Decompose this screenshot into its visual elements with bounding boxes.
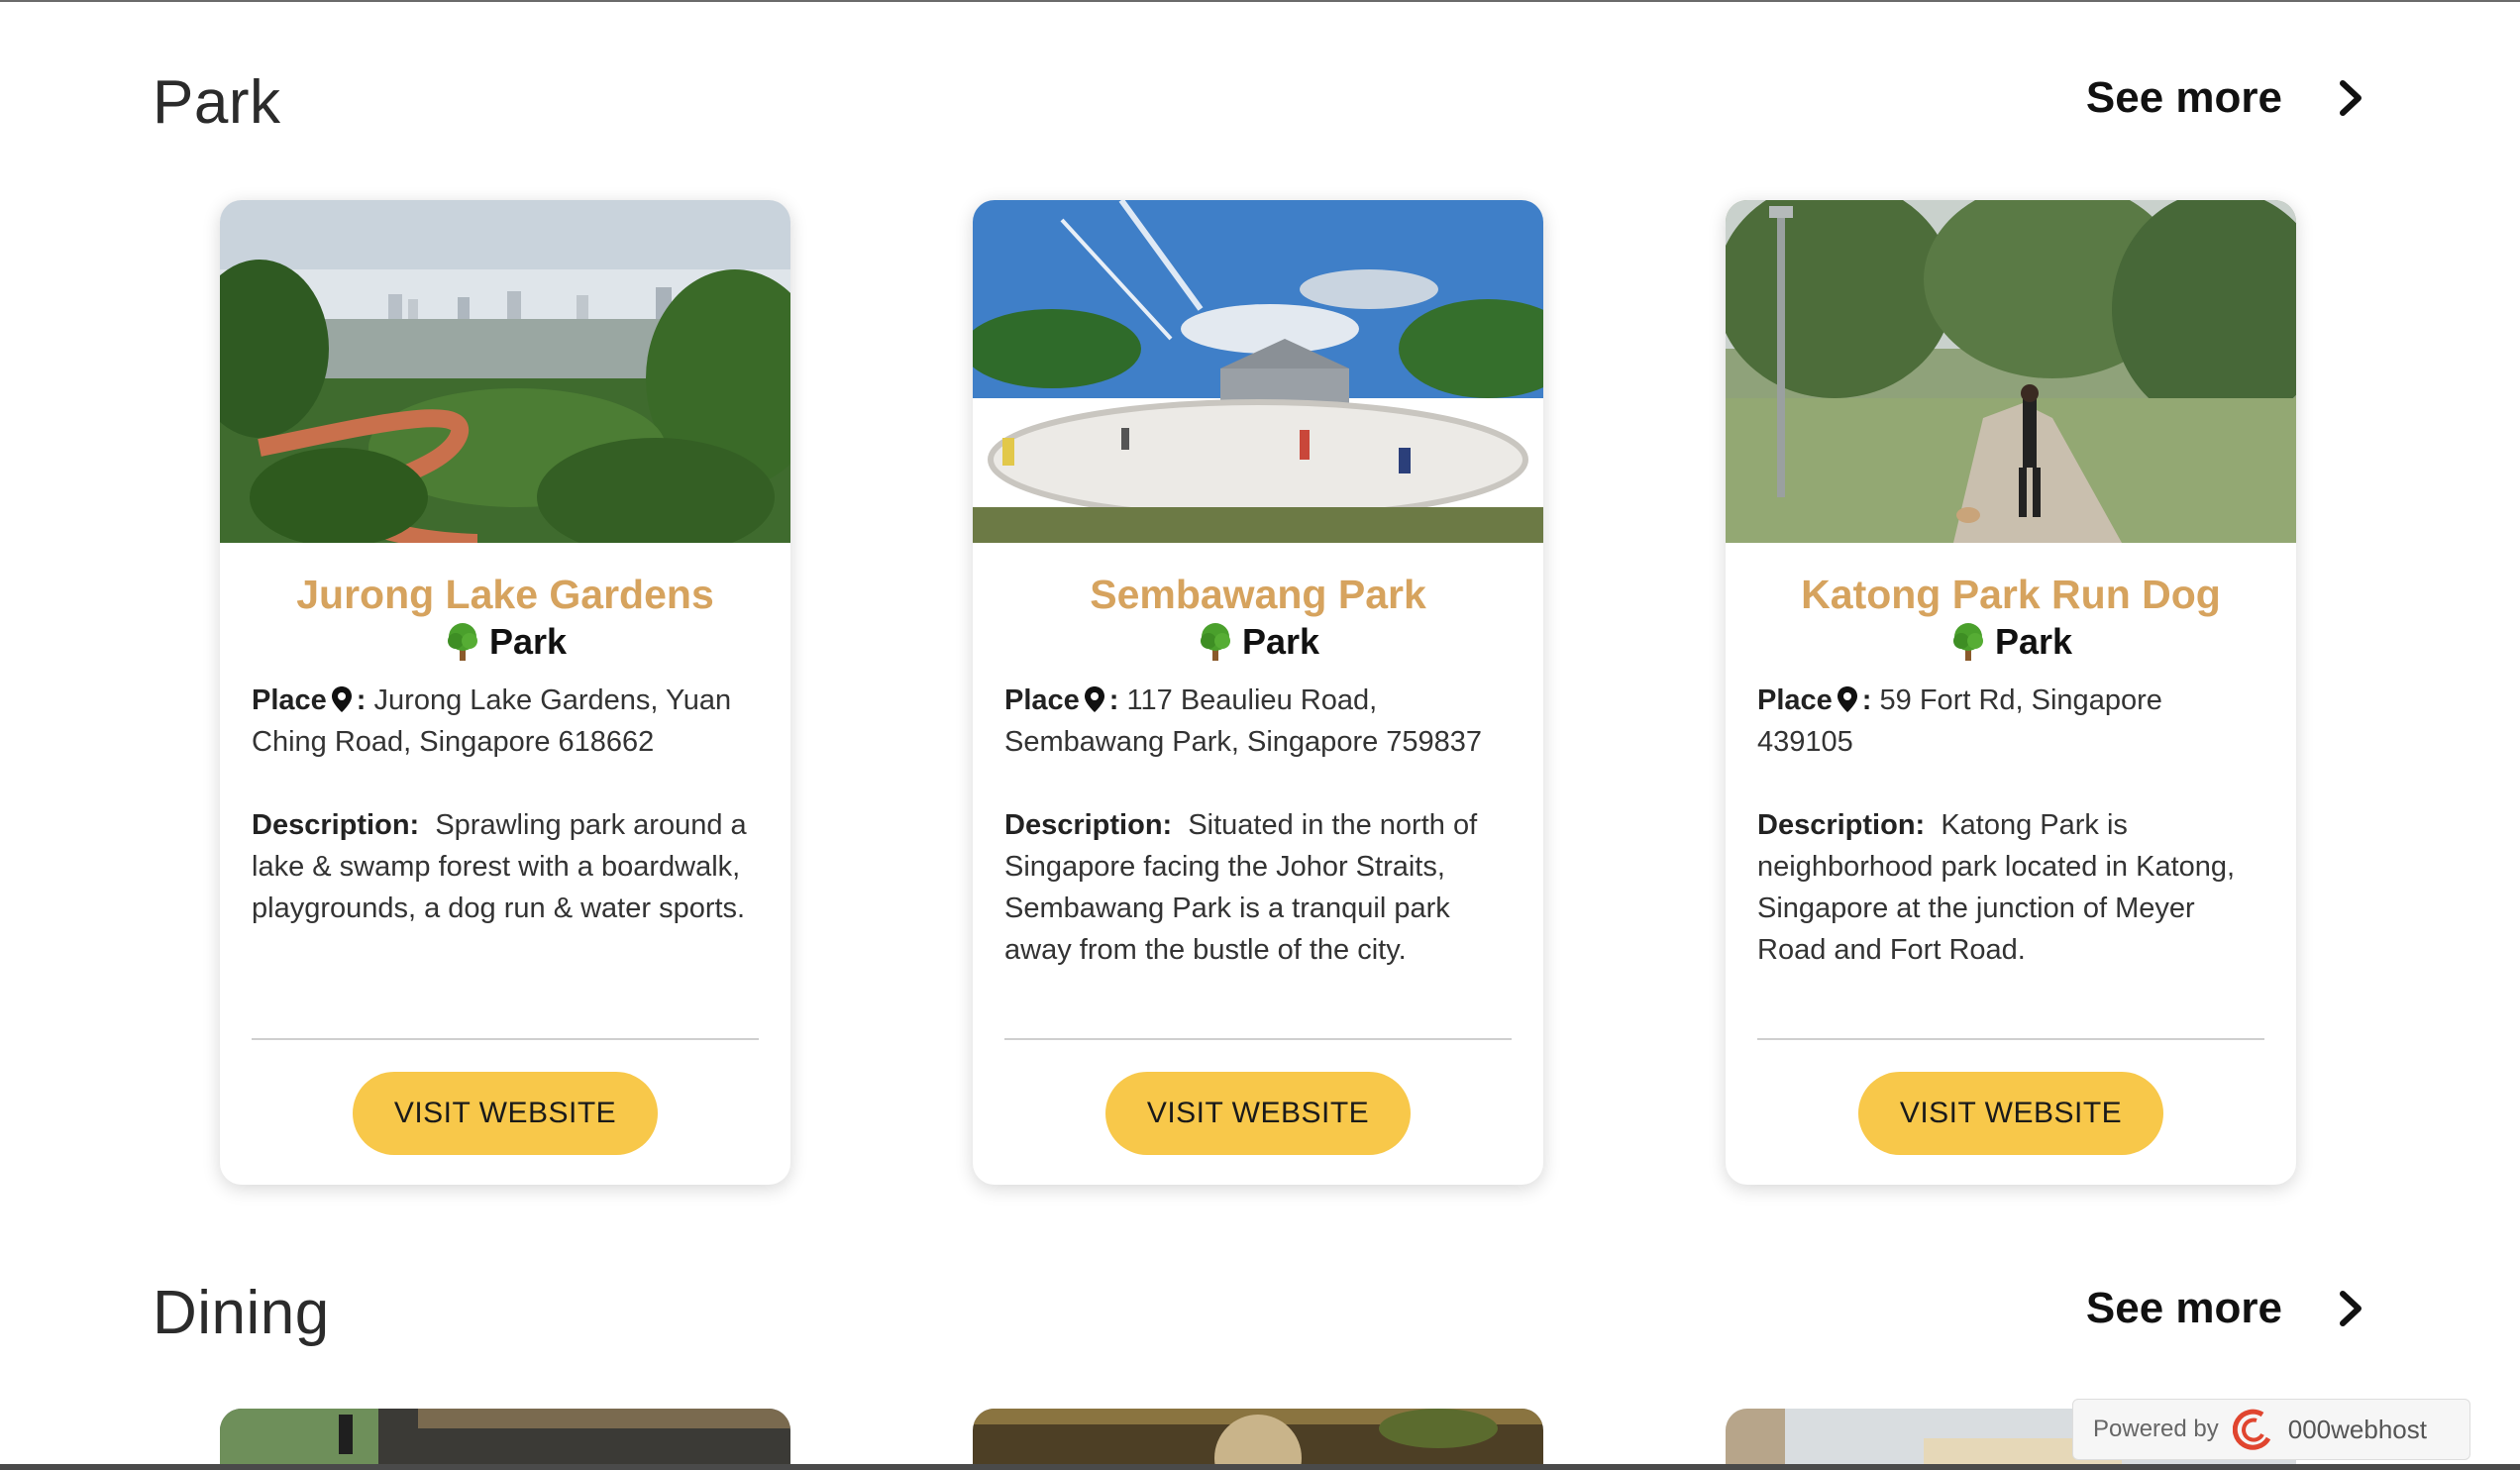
place-label: Place xyxy=(252,684,327,716)
card-description: Description: Sprawling park around a lak… xyxy=(252,804,759,929)
place-separator: : xyxy=(356,684,367,716)
chevron-right-icon xyxy=(2340,80,2362,116)
card-image-jurong-lake-gardens xyxy=(220,200,790,543)
card-place: Place: 117 Beaulieu Road, Sembawang Park… xyxy=(1004,680,1512,763)
category-label: Park xyxy=(1241,621,1320,662)
see-more-label: See more xyxy=(2085,73,2282,122)
dining-section-header: Dining See more xyxy=(153,1278,2367,1357)
card-place: Place: Jurong Lake Gardens, Yuan Ching R… xyxy=(252,680,759,763)
tree-icon xyxy=(1952,623,1983,661)
place-card: Jurong Lake Gardens Park Place: Jurong L… xyxy=(220,200,790,1185)
section-title-dining: Dining xyxy=(153,1279,330,1347)
park-section-header: Park See more xyxy=(153,67,2367,147)
card-place: Place: 59 Fort Rd, Singapore 439105 xyxy=(1757,680,2264,763)
category-label: Park xyxy=(488,621,568,662)
place-separator: : xyxy=(1108,684,1119,716)
bottom-border xyxy=(0,1464,2520,1470)
card-divider xyxy=(252,1038,759,1040)
card-image-sembawang-park xyxy=(973,200,1543,543)
see-more-dining-link[interactable]: See more xyxy=(2086,1284,2367,1333)
powered-by-label: Powered by xyxy=(2093,1416,2219,1442)
see-more-park-link[interactable]: See more xyxy=(2086,73,2367,123)
place-card: Sembawang Park Park Place: 117 Beaulieu … xyxy=(973,200,1543,1185)
card-divider xyxy=(1004,1038,1512,1040)
see-more-label: See more xyxy=(2085,1284,2282,1332)
card-divider xyxy=(1757,1038,2264,1040)
dining-card-image-peek xyxy=(973,1409,1543,1466)
card-category: Park xyxy=(1004,620,1512,664)
card-title: Sembawang Park xyxy=(1090,572,1426,617)
tree-icon xyxy=(447,623,477,661)
card-category: Park xyxy=(252,620,759,664)
card-description: Description: Katong Park is neighborhood… xyxy=(1757,804,2264,971)
category-label: Park xyxy=(1994,621,2073,662)
card-title: Jurong Lake Gardens xyxy=(296,572,714,617)
park-card-list: Jurong Lake Gardens Park Place: Jurong L… xyxy=(220,200,2296,1185)
visit-website-button[interactable]: VISIT WEBSITE xyxy=(1858,1072,2163,1155)
place-label: Place xyxy=(1004,684,1080,716)
section-title-park: Park xyxy=(153,68,281,137)
dining-card-image-peek xyxy=(220,1409,790,1466)
place-separator: : xyxy=(1861,684,1872,716)
tree-icon xyxy=(1200,623,1230,661)
visit-website-button[interactable]: VISIT WEBSITE xyxy=(353,1072,658,1155)
card-description: Description: Situated in the north of Si… xyxy=(1004,804,1512,971)
place-label: Place xyxy=(1757,684,1833,716)
chevron-right-icon xyxy=(2340,1291,2362,1326)
place-card: Katong Park Run Dog Park Place: 59 Fort … xyxy=(1726,200,2296,1185)
powered-by-badge[interactable]: Powered by 000webhost xyxy=(2072,1399,2470,1460)
card-title: Katong Park Run Dog xyxy=(1801,572,2221,617)
000webhost-logo-icon xyxy=(2232,1409,2270,1450)
host-name: 000webhost xyxy=(2287,1414,2427,1444)
top-border xyxy=(0,0,2520,2)
description-label: Description: xyxy=(1757,809,1926,841)
dining-card-list xyxy=(220,1409,2296,1466)
map-pin-icon xyxy=(331,686,352,712)
description-label: Description: xyxy=(252,809,420,841)
map-pin-icon xyxy=(1837,686,1857,712)
card-image-katong-park xyxy=(1726,200,2296,543)
description-label: Description: xyxy=(1004,809,1173,841)
map-pin-icon xyxy=(1084,686,1104,712)
card-category: Park xyxy=(1757,620,2264,664)
visit-website-button[interactable]: VISIT WEBSITE xyxy=(1105,1072,1411,1155)
